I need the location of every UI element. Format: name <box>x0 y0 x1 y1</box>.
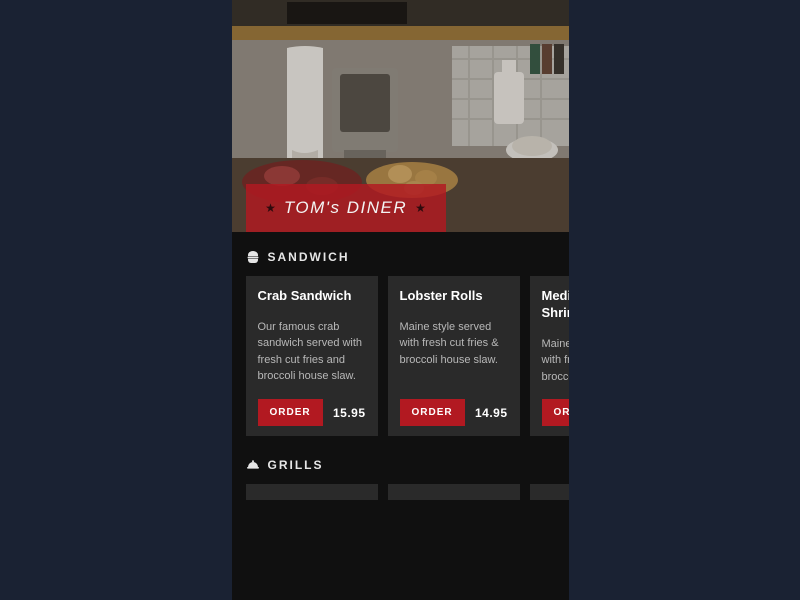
burger-icon <box>246 250 260 264</box>
menu-content: SANDWICH Crab Sandwich Our famous crab s… <box>232 232 569 500</box>
section-title: GRILLS <box>268 458 324 472</box>
sandwich-cards[interactable]: Crab Sandwich Our famous crab sandwich s… <box>246 276 569 436</box>
menu-card[interactable]: Crab Sandwich Our famous crab sandwich s… <box>246 276 378 436</box>
card-footer: ORDER 14.95 <box>400 399 508 426</box>
card-footer: ORDER 13.95 <box>542 399 569 426</box>
card-footer: ORDER 15.95 <box>258 399 366 426</box>
menu-card[interactable]: Mediterranean Shrimp Maine style served … <box>530 276 569 436</box>
star-icon: ★ <box>265 201 276 215</box>
item-name: Crab Sandwich <box>258 288 366 305</box>
order-button[interactable]: ORDER <box>258 399 323 426</box>
menu-card[interactable] <box>530 484 569 500</box>
menu-card[interactable]: Lobster Rolls Maine style served with fr… <box>388 276 520 436</box>
star-icon: ★ <box>415 201 426 215</box>
item-price: 15.95 <box>333 406 366 420</box>
menu-card[interactable] <box>246 484 378 500</box>
item-name: Lobster Rolls <box>400 288 508 305</box>
item-description: Our famous crab sandwich served with fre… <box>258 319 366 385</box>
item-price: 14.95 <box>475 406 508 420</box>
section-title: SANDWICH <box>268 250 350 264</box>
section-header-grills: GRILLS <box>246 458 555 472</box>
menu-card[interactable] <box>388 484 520 500</box>
item-description: Maine style served with fresh cut fries … <box>542 336 569 386</box>
order-button[interactable]: ORDER <box>400 399 465 426</box>
cloche-icon <box>246 458 260 472</box>
grills-cards[interactable] <box>246 484 569 500</box>
item-description: Maine style served with fresh cut fries … <box>400 319 508 385</box>
app-frame: ★ TOM's DINER ★ SANDWICH Crab Sandwich O… <box>232 0 569 600</box>
restaurant-title: TOM's DINER <box>284 198 407 218</box>
order-button[interactable]: ORDER <box>542 399 569 426</box>
hero-image: ★ TOM's DINER ★ <box>232 0 569 232</box>
section-header-sandwich: SANDWICH <box>246 250 555 264</box>
restaurant-banner: ★ TOM's DINER ★ <box>246 184 446 232</box>
item-name: Mediterranean Shrimp <box>542 288 569 322</box>
